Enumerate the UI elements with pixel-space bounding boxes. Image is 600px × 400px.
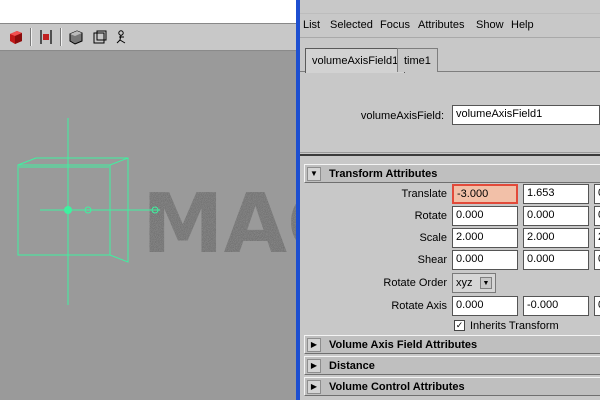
section-title: Distance: [329, 359, 375, 372]
attr-label: Scale: [419, 232, 447, 244]
expand-arrow-icon[interactable]: ▶: [307, 358, 321, 373]
attr-row-rotate-order: Rotate Order xyz ▼: [300, 273, 600, 293]
rotate-axis-z-field[interactable]: 0: [594, 296, 600, 316]
section-transform-attributes[interactable]: ▼ Transform Attributes: [304, 164, 600, 183]
particle-text: MAC: [142, 177, 296, 272]
expand-arrow-icon[interactable]: ▶: [307, 337, 321, 352]
menu-selected[interactable]: Selected: [330, 19, 373, 31]
wireframe-icon[interactable]: [90, 27, 110, 47]
node-name-area: volumeAxisField: volumeAxisField1: [300, 73, 600, 153]
scale-y-field[interactable]: 2.000: [523, 228, 589, 248]
rotate-y-field[interactable]: 0.000: [523, 206, 589, 226]
dropdown-arrow-icon: ▼: [480, 277, 492, 289]
section-title: Volume Axis Field Attributes: [329, 338, 478, 351]
attr-label: Rotate Order: [383, 277, 447, 289]
viewport-toolbar: [0, 24, 296, 51]
attr-label: Shear: [417, 254, 447, 266]
editor-top-strip: [300, 0, 600, 14]
wireframe-shaded-icon[interactable]: [66, 27, 86, 47]
volume-axis-field-manipulator: [17, 118, 160, 305]
inherits-transform-label: Inherits Transform: [470, 320, 559, 332]
red-cube-icon[interactable]: [6, 27, 26, 47]
collapse-arrow-icon[interactable]: ▼: [307, 166, 321, 181]
section-title: Transform Attributes: [329, 167, 438, 180]
viewport-scene: MAC: [17, 118, 296, 305]
viewport-title-bar: [0, 0, 296, 24]
tab-time[interactable]: time1: [397, 48, 438, 72]
translate-x-field[interactable]: -3.000: [452, 184, 518, 204]
attr-row-shear: Shear 0.000 0.000 0: [300, 250, 600, 270]
scale-z-field[interactable]: 2: [594, 228, 600, 248]
menu-list[interactable]: List: [303, 19, 320, 31]
translate-z-field[interactable]: 0: [594, 184, 600, 204]
isolate-select-icon[interactable]: [112, 27, 132, 47]
dropdown-value: xyz: [456, 277, 473, 289]
viewport-canvas[interactable]: MAC: [0, 52, 296, 400]
attr-row-scale: Scale 2.000 2.000 2: [300, 228, 600, 248]
shear-x-field[interactable]: 0.000: [452, 250, 518, 270]
node-name-field[interactable]: volumeAxisField1: [452, 105, 600, 125]
section-title: Volume Control Attributes: [329, 380, 465, 393]
rotate-order-dropdown[interactable]: xyz ▼: [452, 273, 496, 293]
app-window: MAC List Selected: [0, 0, 600, 400]
attr-label: Translate: [401, 188, 447, 200]
shear-z-field[interactable]: 0: [594, 250, 600, 270]
menu-show[interactable]: Show: [476, 19, 504, 31]
section-volume-axis-field-attributes[interactable]: ▶ Volume Axis Field Attributes: [304, 335, 600, 354]
rotate-x-field[interactable]: 0.000: [452, 206, 518, 226]
menu-bar: List Selected Focus Attributes Show Help: [300, 14, 600, 38]
attr-row-inherits-transform: ✓ Inherits Transform: [300, 317, 600, 337]
attr-row-rotate-axis: Rotate Axis 0.000 -0.000 0: [300, 296, 600, 316]
tab-volume-axis-field[interactable]: volumeAxisField1: [305, 48, 406, 73]
shear-y-field[interactable]: 0.000: [523, 250, 589, 270]
attr-label: Rotate Axis: [391, 300, 447, 312]
attr-row-translate: Translate -3.000 1.653 0: [300, 184, 600, 204]
viewport-panel: MAC: [0, 0, 296, 400]
node-tabs: volumeAxisField1 time1: [300, 44, 600, 73]
node-type-label: volumeAxisField:: [360, 110, 444, 122]
attr-label: Rotate: [414, 210, 447, 222]
section-volume-control-attributes[interactable]: ▶ Volume Control Attributes: [304, 377, 600, 396]
menu-attributes[interactable]: Attributes: [418, 19, 464, 31]
menu-focus[interactable]: Focus: [380, 19, 410, 31]
attr-row-rotate: Rotate 0.000 0.000 0: [300, 206, 600, 226]
translate-y-field[interactable]: 1.653: [523, 184, 589, 204]
attribute-sections: ▼ Transform Attributes Translate -3.000 …: [300, 154, 600, 400]
expand-arrow-icon[interactable]: ▶: [307, 379, 321, 394]
scale-x-field[interactable]: 2.000: [452, 228, 518, 248]
rotate-axis-y-field[interactable]: -0.000: [523, 296, 589, 316]
inherits-transform-checkbox[interactable]: ✓: [454, 320, 465, 331]
rotate-axis-x-field[interactable]: 0.000: [452, 296, 518, 316]
menu-help[interactable]: Help: [511, 19, 534, 31]
section-distance[interactable]: ▶ Distance: [304, 356, 600, 375]
rotate-z-field[interactable]: 0: [594, 206, 600, 226]
camera-gate-icon[interactable]: [36, 27, 56, 47]
attribute-editor: List Selected Focus Attributes Show Help…: [300, 0, 600, 400]
